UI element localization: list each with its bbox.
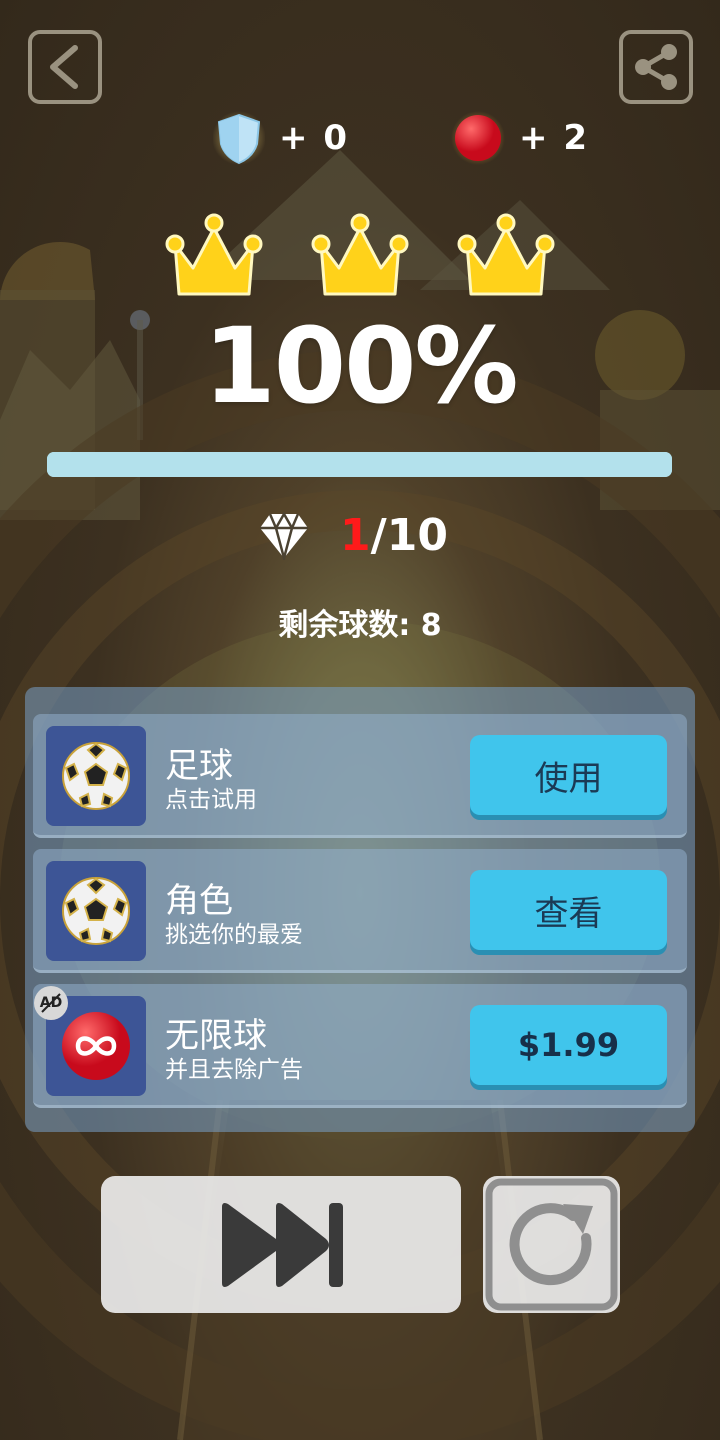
- share-button[interactable]: [619, 30, 693, 104]
- offer-subtitle: 点击试用: [165, 787, 257, 813]
- crown-icon: [457, 213, 555, 296]
- purchase-button[interactable]: $1.99: [470, 1005, 667, 1085]
- ball-reward-count: + 2: [519, 118, 589, 158]
- crown-icon: [165, 213, 263, 296]
- view-button[interactable]: 查看: [470, 870, 667, 950]
- gem-counter: 1/10: [258, 510, 448, 561]
- offer-subtitle: 并且去除广告: [165, 1057, 303, 1083]
- shield-reward: + 0: [213, 108, 349, 168]
- no-ads-badge: AD: [34, 986, 68, 1020]
- shield-icon: [213, 111, 265, 165]
- offer-row-character[interactable]: 角色 挑选你的最爱 查看: [33, 849, 687, 973]
- red-ball-icon: [451, 111, 505, 165]
- soccer-ball-icon: [62, 742, 130, 810]
- offer-row-infinite-balls[interactable]: AD 无限球 并且去除广告 $1.99: [33, 984, 687, 1108]
- gems-separator: /: [370, 510, 387, 561]
- share-icon: [635, 44, 677, 90]
- completion-percent: 100%: [203, 305, 518, 427]
- offer-icon-tile: AD: [34, 986, 146, 1096]
- shield-reward-count: + 0: [279, 118, 349, 158]
- soccer-ball-icon: [62, 877, 130, 945]
- chevron-left-icon: [50, 45, 78, 89]
- restart-icon: [485, 1178, 618, 1311]
- fast-forward-icon: [222, 1202, 343, 1287]
- offer-row-soccer[interactable]: 足球 点击试用 使用: [33, 714, 687, 838]
- gems-collected: 1: [340, 510, 371, 561]
- offer-icon-tile: [46, 726, 146, 826]
- offers-panel: 足球 点击试用 使用 角色 挑选你的最爱 查看 无限球 并且去除广告 $1.99: [25, 687, 695, 1132]
- back-button[interactable]: [28, 30, 102, 104]
- gems-total: 10: [386, 510, 448, 561]
- offer-icon-tile: [46, 861, 146, 961]
- ball-reward: + 2: [451, 108, 589, 168]
- level-progress-bar: [47, 452, 672, 477]
- infinity-ball-icon: [62, 1012, 130, 1080]
- balls-remaining: 剩余球数: 8: [278, 608, 442, 643]
- offer-subtitle: 挑选你的最爱: [165, 922, 303, 948]
- replay-button[interactable]: [483, 1176, 620, 1313]
- use-button[interactable]: 使用: [470, 735, 667, 815]
- crown-icon: [311, 213, 409, 296]
- diamond-icon: [260, 511, 308, 560]
- level-progress-fill: [47, 452, 672, 477]
- gem-count: 1/10: [340, 510, 448, 561]
- crown-rating: [165, 208, 555, 300]
- next-level-button[interactable]: [101, 1176, 461, 1313]
- strike-icon: [41, 993, 61, 1013]
